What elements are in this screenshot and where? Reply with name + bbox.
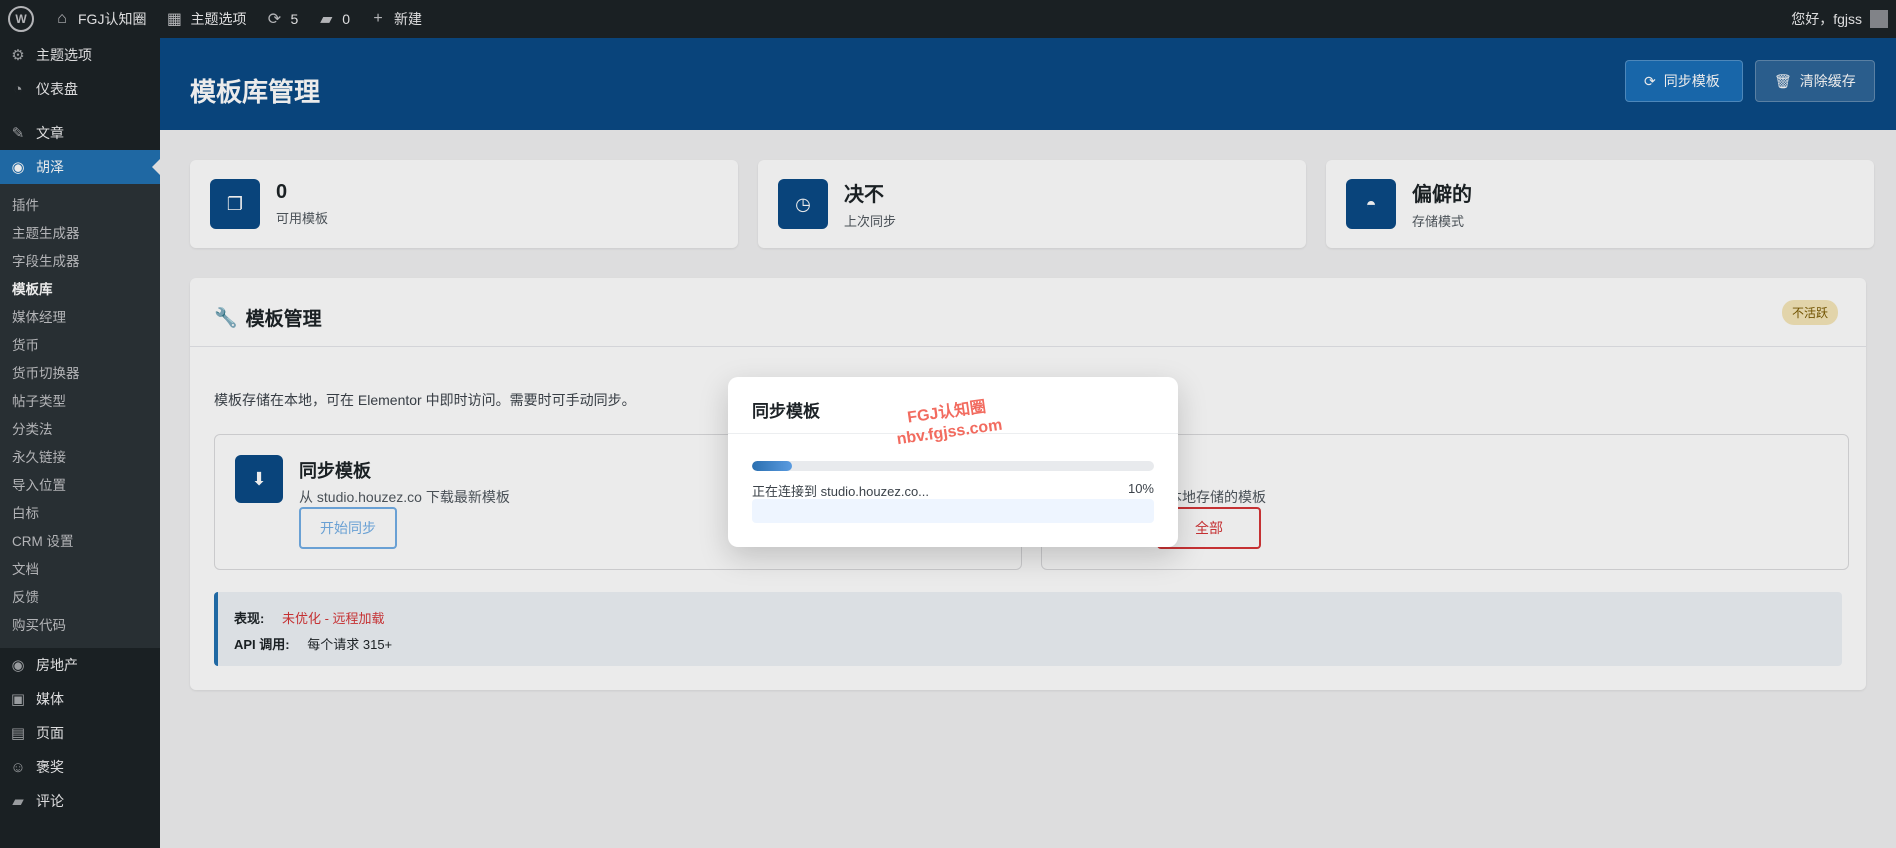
progress-percent: 10% (1127, 481, 1154, 496)
modal-title: 同步模板 (752, 402, 820, 421)
progress-status: 正在连接到 studio.houzez.co... (752, 484, 930, 499)
progress-fill (752, 461, 793, 471)
progress-log (752, 499, 1154, 523)
progress-bar (752, 461, 1154, 471)
